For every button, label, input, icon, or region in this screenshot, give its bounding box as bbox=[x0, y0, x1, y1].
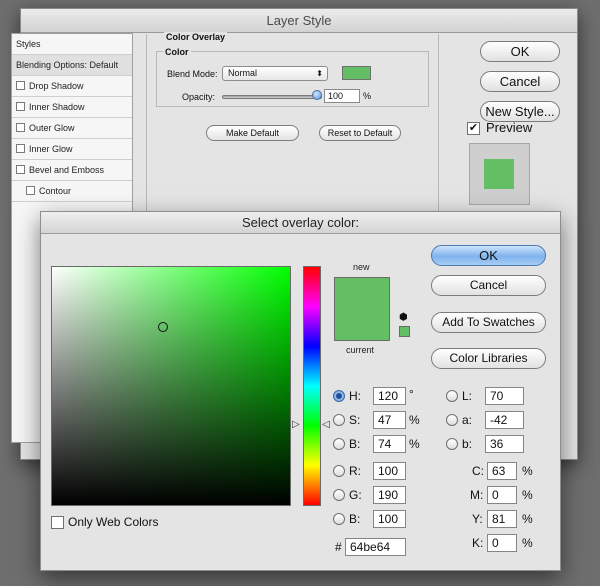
color-picker-window: Select overlay color: ▷ ◁ new current ⬢ … bbox=[40, 211, 561, 571]
lightness-input[interactable]: 70 bbox=[485, 387, 524, 405]
saturation-unit: % bbox=[409, 413, 420, 427]
style-item-inner-glow[interactable]: Inner Glow bbox=[12, 139, 132, 160]
brightness-radio[interactable] bbox=[333, 438, 345, 450]
yellow-input[interactable]: 81 bbox=[487, 510, 517, 528]
red-radio[interactable] bbox=[333, 465, 345, 477]
opacity-label: Opacity: bbox=[182, 92, 216, 102]
cyan-unit: % bbox=[522, 464, 533, 478]
brightness-unit: % bbox=[409, 437, 420, 451]
hex-label: # bbox=[335, 540, 342, 554]
only-web-colors-label: Only Web Colors bbox=[68, 515, 159, 529]
black-label: K: bbox=[472, 536, 484, 550]
warning-cube-icon[interactable]: ⬢ bbox=[399, 312, 408, 323]
a-channel-radio[interactable] bbox=[446, 414, 458, 426]
add-to-swatches-button[interactable]: Add To Swatches bbox=[431, 312, 546, 333]
new-current-color-preview bbox=[334, 277, 390, 341]
layer-style-ok-button[interactable]: OK bbox=[480, 41, 560, 62]
brightness-label: B: bbox=[349, 437, 361, 451]
websafe-color-swatch[interactable] bbox=[399, 326, 410, 337]
styles-header[interactable]: Styles bbox=[12, 34, 132, 55]
current-color-label: current bbox=[346, 345, 375, 355]
color-overlay-title: Color Overlay bbox=[164, 32, 228, 42]
hue-label: H: bbox=[349, 389, 361, 403]
cyan-input[interactable]: 63 bbox=[487, 462, 517, 480]
blend-mode-value: Normal bbox=[228, 68, 258, 78]
yellow-label: Y: bbox=[472, 512, 483, 526]
opacity-slider[interactable] bbox=[222, 95, 322, 99]
a-channel-label: a: bbox=[462, 413, 473, 427]
color-libraries-button[interactable]: Color Libraries bbox=[431, 348, 546, 369]
style-item-outer-glow[interactable]: Outer Glow bbox=[12, 118, 132, 139]
make-default-button[interactable]: Make Default bbox=[206, 125, 299, 141]
green-input[interactable]: 190 bbox=[373, 486, 406, 504]
hex-input[interactable]: 64be64 bbox=[345, 538, 406, 556]
color-picker-title: Select overlay color: bbox=[41, 212, 560, 234]
a-channel-input[interactable]: -42 bbox=[485, 411, 524, 429]
opacity-slider-knob[interactable] bbox=[312, 90, 322, 100]
inner-shadow-checkbox[interactable] bbox=[16, 102, 25, 111]
saturation-input[interactable]: 47 bbox=[373, 411, 406, 429]
hue-slider-arrow-icon[interactable]: ◁ bbox=[322, 419, 330, 430]
inner-glow-checkbox[interactable] bbox=[16, 144, 25, 153]
red-input[interactable]: 100 bbox=[373, 462, 406, 480]
green-label: G: bbox=[349, 488, 362, 502]
magenta-label: M: bbox=[470, 488, 484, 502]
black-input[interactable]: 0 bbox=[487, 534, 517, 552]
new-color-label: new bbox=[353, 262, 370, 272]
blend-mode-label: Blend Mode: bbox=[167, 69, 218, 79]
magenta-unit: % bbox=[522, 488, 533, 502]
color-picker-cancel-button[interactable]: Cancel bbox=[431, 275, 546, 296]
blue-label: B: bbox=[349, 512, 361, 526]
style-preview-swatch bbox=[484, 159, 514, 189]
opacity-unit: % bbox=[363, 91, 372, 101]
style-item-contour[interactable]: Contour bbox=[12, 181, 132, 202]
bevel-emboss-checkbox[interactable] bbox=[16, 165, 25, 174]
preview-checkbox[interactable]: ✔ bbox=[467, 122, 480, 135]
color-picker-ok-button[interactable]: OK bbox=[431, 245, 546, 266]
green-radio[interactable] bbox=[333, 489, 345, 501]
brightness-input[interactable]: 74 bbox=[373, 435, 406, 453]
select-arrows-icon: ⬍ bbox=[316, 69, 323, 78]
hue-slider-arrow-icon[interactable]: ▷ bbox=[292, 419, 300, 430]
layer-style-cancel-button[interactable]: Cancel bbox=[480, 71, 560, 92]
b-channel-radio[interactable] bbox=[446, 438, 458, 450]
saturation-label: S: bbox=[349, 413, 361, 427]
style-item-drop-shadow[interactable]: Drop Shadow bbox=[12, 76, 132, 97]
hue-unit: ° bbox=[409, 387, 414, 401]
blend-mode-select[interactable]: Normal ⬍ bbox=[222, 66, 328, 81]
b-channel-label: b: bbox=[462, 437, 473, 451]
style-item-inner-shadow[interactable]: Inner Shadow bbox=[12, 97, 132, 118]
style-item-bevel-emboss[interactable]: Bevel and Emboss bbox=[12, 160, 132, 181]
overlay-color-swatch[interactable] bbox=[342, 66, 371, 80]
b-channel-input[interactable]: 36 bbox=[485, 435, 524, 453]
black-unit: % bbox=[522, 536, 533, 550]
opacity-input[interactable]: 100 bbox=[324, 89, 360, 103]
blue-input[interactable]: 100 bbox=[373, 510, 406, 528]
saturation-brightness-field[interactable] bbox=[51, 266, 291, 506]
preview-label: Preview bbox=[486, 120, 533, 135]
blending-options-item[interactable]: Blending Options: Default bbox=[12, 55, 132, 76]
magenta-input[interactable]: 0 bbox=[487, 486, 517, 504]
saturation-radio[interactable] bbox=[333, 414, 345, 426]
hue-radio[interactable] bbox=[333, 390, 345, 402]
outer-glow-checkbox[interactable] bbox=[16, 123, 25, 132]
hue-slider[interactable] bbox=[303, 266, 321, 506]
drop-shadow-checkbox[interactable] bbox=[16, 81, 25, 90]
cyan-label: C: bbox=[472, 464, 484, 478]
only-web-colors-checkbox[interactable] bbox=[51, 516, 64, 529]
hue-input[interactable]: 120 bbox=[373, 387, 406, 405]
blue-radio[interactable] bbox=[333, 513, 345, 525]
color-field-marker[interactable] bbox=[158, 322, 168, 332]
color-group-title: Color bbox=[163, 47, 191, 57]
red-label: R: bbox=[349, 464, 361, 478]
lightness-radio[interactable] bbox=[446, 390, 458, 402]
contour-checkbox[interactable] bbox=[26, 186, 35, 195]
lightness-label: L: bbox=[462, 389, 473, 403]
yellow-unit: % bbox=[522, 512, 533, 526]
reset-to-default-button[interactable]: Reset to Default bbox=[319, 125, 401, 141]
new-style-button[interactable]: New Style... bbox=[480, 101, 560, 122]
layer-style-title: Layer Style bbox=[21, 9, 577, 33]
